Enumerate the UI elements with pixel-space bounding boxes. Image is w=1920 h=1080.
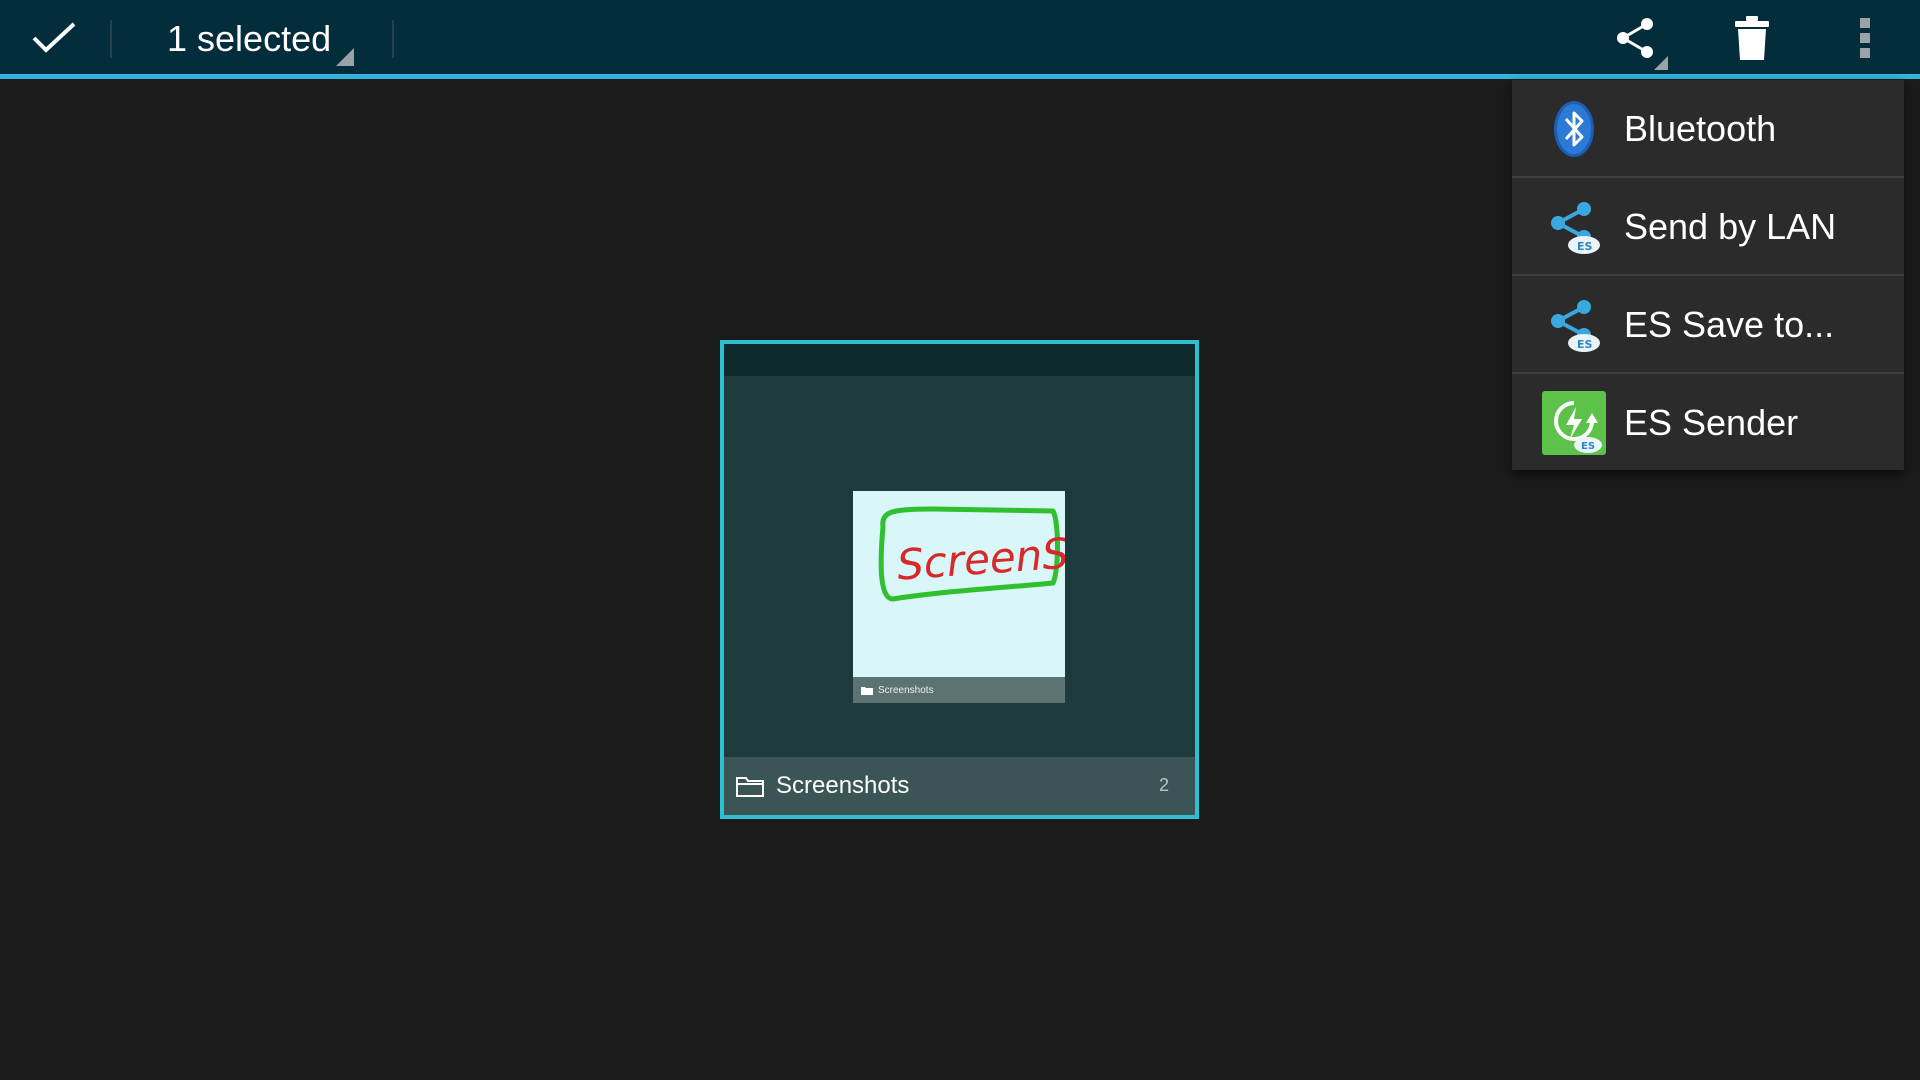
share-menu-item-label: Bluetooth	[1624, 108, 1777, 149]
divider	[110, 20, 112, 58]
thumbnail-footer-label: Screenshots	[878, 684, 934, 696]
share-menu-item-send-by-lan[interactable]: ES Send by LAN	[1512, 178, 1904, 274]
share-button[interactable]	[1580, 0, 1690, 76]
es-share-icon: ES	[1542, 195, 1606, 259]
checkmark-icon	[32, 22, 76, 53]
share-menu-item-label: ES Sender	[1624, 402, 1799, 443]
selection-spinner[interactable]: 1 selected	[122, 0, 354, 76]
action-bar: 1 selected	[0, 0, 1920, 76]
share-menu-item-es-sender[interactable]: ES ES Sender	[1512, 374, 1904, 470]
svg-text:ES: ES	[1581, 441, 1595, 452]
folder-icon	[861, 686, 873, 695]
share-menu-item-label: Send by LAN	[1624, 206, 1837, 247]
selection-count-label: 1 selected	[167, 18, 332, 59]
overflow-menu-icon	[1860, 18, 1870, 58]
album-thumbnail: ScreenShot Screenshots	[853, 491, 1141, 703]
trash-icon	[1735, 16, 1769, 60]
share-dropdown-indicator	[1654, 56, 1668, 70]
folder-icon	[736, 777, 764, 797]
es-share-icon: ES	[1542, 293, 1606, 357]
album-footer: Screenshots 2	[724, 757, 1195, 815]
share-menu-item-bluetooth[interactable]: Bluetooth	[1512, 80, 1904, 176]
delete-button[interactable]	[1697, 0, 1807, 76]
album-item-count: 2	[1158, 775, 1169, 795]
bluetooth-icon	[1542, 97, 1606, 161]
thumbnail-footer: Screenshots	[853, 677, 1065, 703]
done-button[interactable]	[0, 0, 108, 76]
es-sender-icon: ES	[1542, 391, 1606, 455]
thumbnail-handwritten-text: ScreenShot	[895, 524, 1065, 590]
divider	[392, 20, 394, 58]
share-menu: Bluetooth ES Send by LAN ES ES Save to..…	[1512, 80, 1904, 470]
svg-text:ES: ES	[1577, 338, 1593, 351]
share-icon	[1617, 18, 1653, 58]
svg-text:ES: ES	[1577, 240, 1593, 253]
screenshot-thumbnail-image: ScreenShot	[878, 506, 1141, 602]
action-bar-accent-line	[0, 74, 1920, 79]
tile-top-band	[724, 344, 1195, 376]
share-menu-item-label: ES Save to...	[1624, 304, 1835, 345]
share-menu-item-es-save-to[interactable]: ES ES Save to...	[1512, 276, 1904, 372]
album-tile-screenshots[interactable]: ScreenShot Screenshots Screenshots 2	[720, 340, 1199, 819]
overflow-menu-button[interactable]	[1810, 0, 1920, 76]
album-name: Screenshots	[776, 772, 910, 799]
spinner-indicator	[336, 48, 354, 66]
